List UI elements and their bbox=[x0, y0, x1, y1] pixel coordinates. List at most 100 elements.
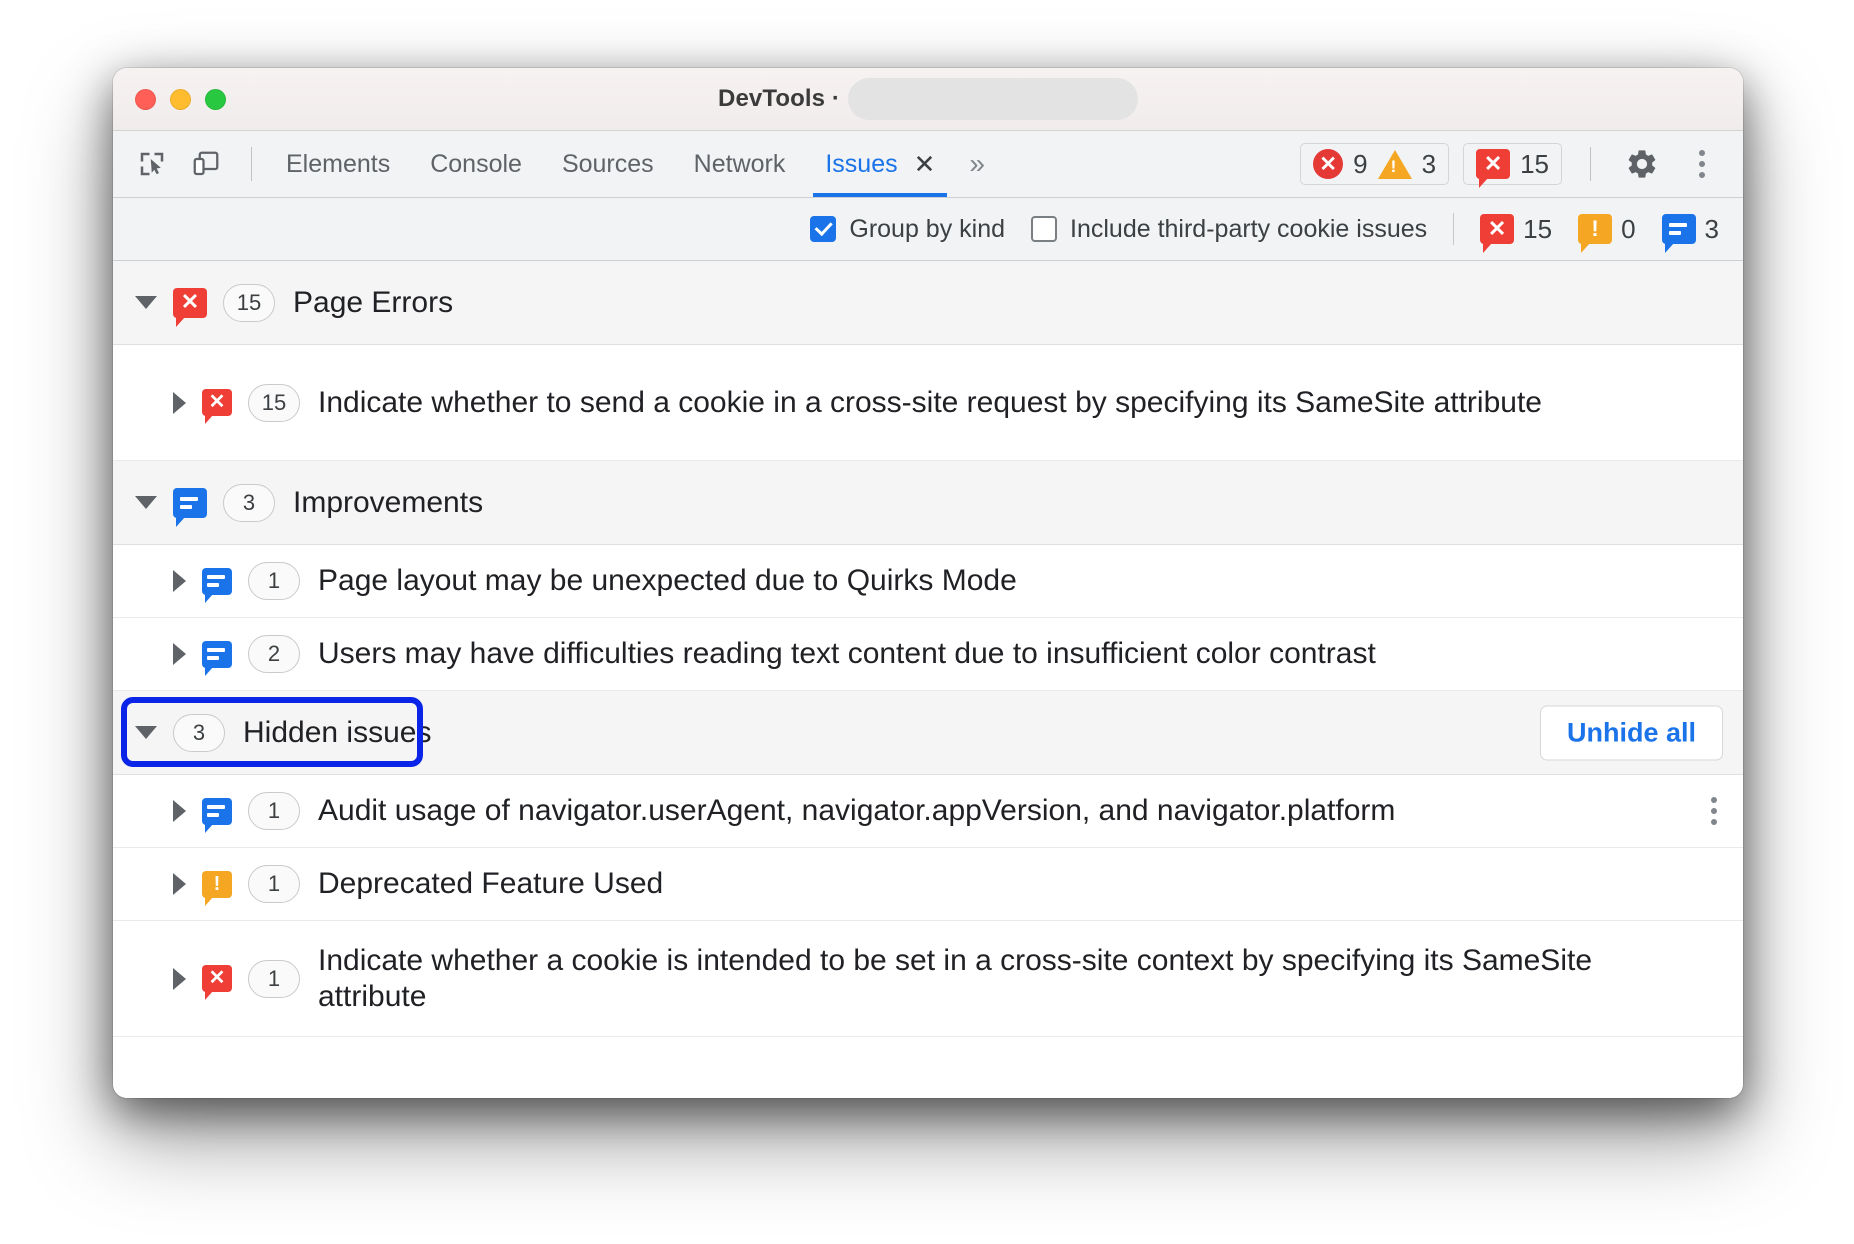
warning-triangle-icon bbox=[1378, 150, 1412, 179]
minimize-window-button[interactable] bbox=[170, 89, 191, 110]
error-count: 9 bbox=[1353, 149, 1367, 180]
issue-info-bubble-icon bbox=[173, 488, 207, 518]
inspect-element-button[interactable] bbox=[129, 141, 175, 187]
toolbar-divider bbox=[251, 147, 252, 181]
issues-count-badge[interactable]: ✕ 15 bbox=[1463, 143, 1562, 185]
chevron-right-icon[interactable] bbox=[173, 800, 186, 822]
device-toolbar-button[interactable] bbox=[183, 141, 229, 187]
settings-button[interactable] bbox=[1619, 141, 1665, 187]
issue-info-bubble-icon bbox=[202, 641, 232, 668]
tab-network[interactable]: Network bbox=[674, 131, 806, 197]
chevron-down-icon[interactable] bbox=[135, 726, 157, 739]
chevron-right-icon[interactable] bbox=[173, 643, 186, 665]
console-counts-badge[interactable]: ✕ 9 3 bbox=[1300, 143, 1449, 185]
main-menu-button[interactable] bbox=[1679, 141, 1725, 187]
group-header-page-errors[interactable]: ✕ 15 Page Errors bbox=[113, 261, 1743, 345]
group-by-kind-label: Group by kind bbox=[849, 215, 1005, 244]
issue-row[interactable]: ! 1 Deprecated Feature Used bbox=[113, 848, 1743, 921]
window-titlebar: DevTools · bbox=[113, 68, 1743, 131]
filter-error-count: ✕ 15 bbox=[1480, 214, 1552, 245]
tab-issues-label: Issues bbox=[825, 150, 897, 179]
tab-console[interactable]: Console bbox=[410, 131, 542, 197]
issue-title: Indicate whether a cookie is intended to… bbox=[318, 943, 1698, 1015]
group-header-improvements[interactable]: 3 Improvements bbox=[113, 461, 1743, 545]
issue-options-icon[interactable] bbox=[1711, 797, 1717, 825]
issues-filter-bar: Group by kind Include third-party cookie… bbox=[113, 198, 1743, 261]
chevron-right-icon[interactable] bbox=[173, 570, 186, 592]
window-title: DevTools · bbox=[718, 85, 840, 113]
issue-title: Users may have difficulties reading text… bbox=[318, 636, 1376, 672]
warning-count: 3 bbox=[1422, 149, 1436, 180]
maximize-window-button[interactable] bbox=[205, 89, 226, 110]
devtools-window: DevTools · bbox=[113, 68, 1743, 1098]
issue-count-badge: 2 bbox=[248, 635, 300, 673]
close-icon[interactable]: ✕ bbox=[914, 151, 936, 177]
tabstrip-right-area: ✕ 9 3 ✕ 15 bbox=[1300, 131, 1743, 197]
issue-count-badge: 15 bbox=[248, 384, 300, 422]
issues-list: ✕ 15 Page Errors ✕ 15 Indicate whether t… bbox=[113, 261, 1743, 1098]
chevron-right-icon[interactable] bbox=[173, 873, 186, 895]
tab-elements[interactable]: Elements bbox=[266, 131, 410, 197]
group-by-kind-checkbox[interactable]: Group by kind bbox=[810, 215, 1005, 244]
issue-info-bubble-icon bbox=[202, 798, 232, 825]
window-title-wrap: DevTools · bbox=[113, 68, 1743, 130]
filter-info-count-value: 3 bbox=[1705, 214, 1719, 245]
traffic-light-buttons bbox=[135, 89, 226, 110]
issue-row[interactable]: 1 Page layout may be unexpected due to Q… bbox=[113, 545, 1743, 618]
hidden-count-badge: 3 bbox=[173, 714, 225, 752]
group-header-hidden-issues[interactable]: 3 Hidden issues Unhide all bbox=[113, 691, 1743, 775]
include-third-party-label: Include third-party cookie issues bbox=[1070, 215, 1427, 244]
vertical-dots-icon bbox=[1699, 150, 1705, 178]
close-window-button[interactable] bbox=[135, 89, 156, 110]
include-third-party-checkbox[interactable]: Include third-party cookie issues bbox=[1031, 215, 1427, 244]
issue-count-badge: 1 bbox=[248, 865, 300, 903]
tab-console-label: Console bbox=[430, 150, 522, 179]
issue-row[interactable]: ✕ 1 Indicate whether a cookie is intende… bbox=[113, 921, 1743, 1037]
devtools-tabstrip: Elements Console Sources Network Issues … bbox=[113, 131, 1743, 198]
filter-info-count: 3 bbox=[1662, 214, 1719, 245]
issue-error-bubble-icon: ✕ bbox=[1476, 149, 1510, 179]
issue-title: Deprecated Feature Used bbox=[318, 866, 663, 902]
issue-error-bubble-icon: ✕ bbox=[1480, 214, 1514, 244]
issue-error-bubble-icon: ✕ bbox=[202, 389, 232, 416]
hidden-issues-title: Hidden issues bbox=[243, 716, 431, 750]
issue-count-badge: 1 bbox=[248, 960, 300, 998]
group-count-badge: 15 bbox=[223, 284, 275, 322]
issue-row[interactable]: ✕ 15 Indicate whether to send a cookie i… bbox=[113, 345, 1743, 461]
chevron-right-icon[interactable] bbox=[173, 968, 186, 990]
issue-row[interactable]: 1 Audit usage of navigator.userAgent, na… bbox=[113, 775, 1743, 848]
gear-icon bbox=[1625, 147, 1659, 181]
filter-error-count-value: 15 bbox=[1523, 214, 1552, 245]
chevron-right-icon[interactable] bbox=[173, 392, 186, 414]
group-title: Page Errors bbox=[293, 286, 453, 320]
issue-error-bubble-icon: ✕ bbox=[173, 288, 207, 318]
unhide-all-button[interactable]: Unhide all bbox=[1540, 705, 1723, 760]
issue-warning-bubble-icon: ! bbox=[1578, 214, 1612, 244]
tabstrip-left-icons bbox=[129, 131, 266, 197]
issue-count-badge: 1 bbox=[248, 562, 300, 600]
filter-warning-count: ! 0 bbox=[1578, 214, 1635, 245]
toolbar-right-divider bbox=[1590, 147, 1591, 181]
redacted-title-block bbox=[848, 78, 1138, 120]
issue-title: Audit usage of navigator.userAgent, navi… bbox=[318, 793, 1395, 829]
chevron-down-icon[interactable] bbox=[135, 296, 157, 309]
issue-row[interactable]: 2 Users may have difficulties reading te… bbox=[113, 618, 1743, 691]
screenshot-root: DevTools · bbox=[0, 0, 1854, 1244]
more-tabs-icon[interactable]: » bbox=[955, 131, 995, 197]
inspect-element-icon bbox=[137, 149, 167, 179]
device-toolbar-icon bbox=[191, 149, 221, 179]
chevron-down-icon[interactable] bbox=[135, 496, 157, 509]
error-circle-icon: ✕ bbox=[1313, 149, 1343, 179]
checkbox-checked-icon bbox=[810, 216, 836, 242]
tab-issues[interactable]: Issues ✕ bbox=[805, 131, 955, 197]
tab-elements-label: Elements bbox=[286, 150, 390, 179]
issue-title: Page layout may be unexpected due to Qui… bbox=[318, 563, 1017, 599]
issue-count-badge: 1 bbox=[248, 792, 300, 830]
group-title: Improvements bbox=[293, 486, 483, 520]
issue-title: Indicate whether to send a cookie in a c… bbox=[318, 385, 1542, 421]
issue-info-bubble-icon bbox=[1662, 214, 1696, 244]
issue-warning-bubble-icon: ! bbox=[202, 871, 232, 898]
tab-sources[interactable]: Sources bbox=[542, 131, 674, 197]
filterbar-divider bbox=[1453, 213, 1454, 245]
panel-tabs: Elements Console Sources Network Issues … bbox=[266, 131, 995, 197]
